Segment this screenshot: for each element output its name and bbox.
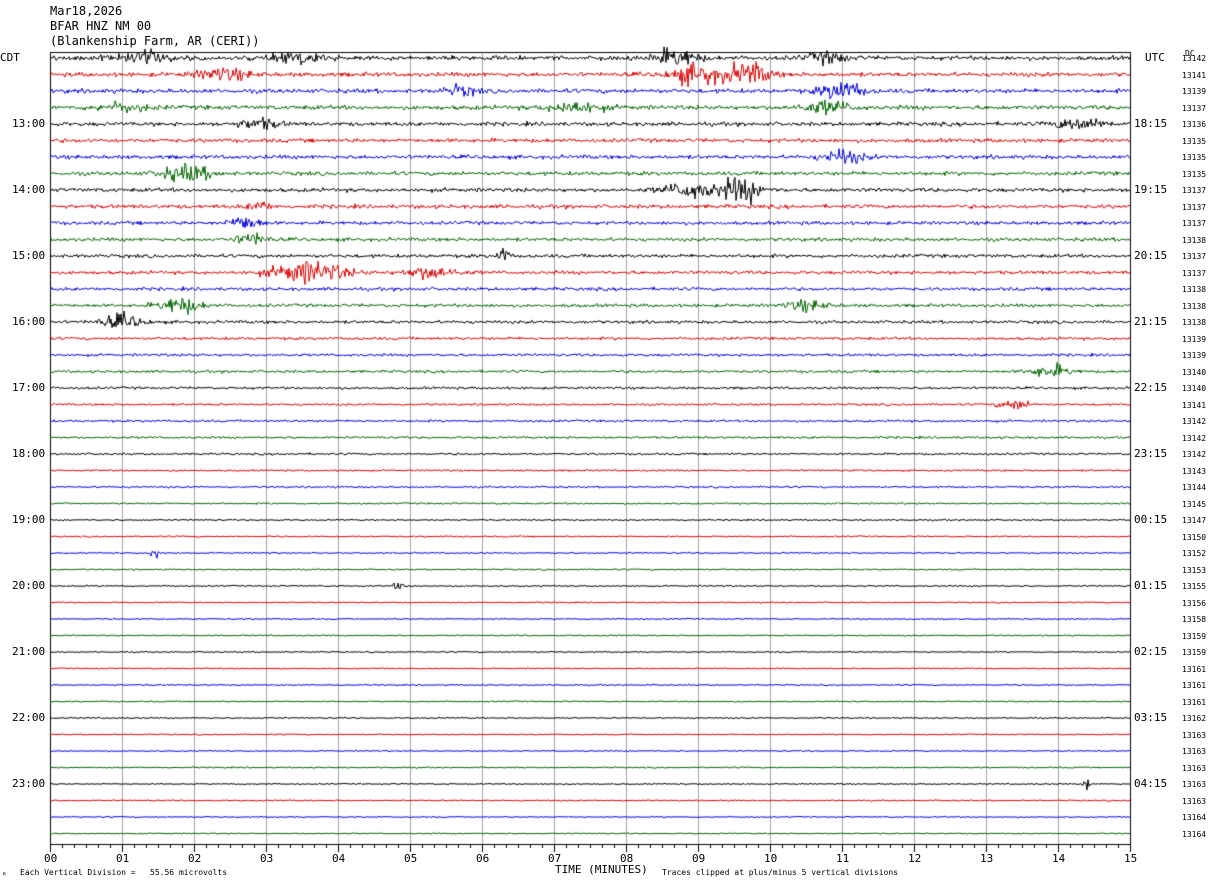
left-hour-label: 13:00	[12, 117, 46, 130]
right-hour-label: 19:15	[1134, 183, 1168, 196]
x-tick-label: 00	[44, 852, 58, 865]
x-tick-label: 11	[836, 852, 850, 865]
dc-offset-label: 13159	[1182, 631, 1207, 641]
dc-offset-label: 13137	[1182, 268, 1207, 278]
x-tick-label: 13	[980, 852, 994, 865]
dc-offset-label: 13135	[1182, 169, 1207, 179]
dc-offset-label: 13156	[1182, 598, 1207, 608]
dc-offset-label: 13163	[1182, 796, 1207, 806]
dc-offset-label: 13153	[1182, 565, 1207, 575]
dc-offset-label: 13141	[1182, 70, 1207, 80]
x-tick-label: 09	[692, 852, 706, 865]
dc-offset-label: 13147	[1182, 516, 1207, 525]
dc-offset-label: 13142	[1182, 450, 1207, 459]
dc-offset-label: 13139	[1182, 87, 1207, 96]
dc-offset-label: 13159	[1182, 648, 1207, 657]
x-tick-label: 15	[1124, 852, 1138, 865]
left-timezone-label: CDT	[0, 51, 20, 64]
x-tick-label: 10	[764, 852, 778, 865]
x-tick-label: 12	[908, 852, 922, 865]
record-date: Mar18,2026	[50, 4, 123, 18]
right-hour-label: 21:15	[1134, 315, 1168, 328]
x-tick-label: 03	[260, 852, 274, 865]
dc-offset-label: 13138	[1182, 285, 1207, 294]
right-hour-label: 01:15	[1134, 579, 1168, 592]
dc-offset-label: 13139	[1182, 334, 1207, 344]
clip-note: Traces clipped at plus/minus 5 vertical …	[662, 868, 899, 877]
dc-offset-label: 13155	[1182, 582, 1207, 591]
dc-offset-label: 13138	[1182, 318, 1207, 327]
dc-offset-label: 13135	[1182, 153, 1207, 162]
dc-offset-label: 13142	[1182, 54, 1207, 63]
dc-offset-label: 13150	[1182, 532, 1207, 542]
x-tick-label: 05	[404, 852, 418, 865]
x-axis-title: TIME (MINUTES)	[555, 863, 648, 876]
left-hour-label: 21:00	[12, 645, 46, 658]
scale-note: Each Vertical Division = 55.56 microvolt…	[20, 868, 228, 877]
dc-offset-label: 13161	[1182, 697, 1207, 707]
dc-offset-label: 13139	[1182, 351, 1207, 360]
left-hour-label: 19:00	[12, 513, 46, 526]
dc-offset-label: 13163	[1182, 730, 1207, 740]
left-hour-label: 17:00	[12, 381, 46, 394]
dc-offset-label: 13164	[1182, 829, 1207, 839]
left-hour-label: 14:00	[12, 183, 46, 196]
dc-offset-label: 13140	[1182, 384, 1207, 393]
right-timezone-label: UTC	[1145, 51, 1165, 64]
right-hour-label: 23:15	[1134, 447, 1168, 460]
dc-offset-label: 13163	[1182, 780, 1207, 789]
station-channel: BFAR HNZ NM 00	[50, 19, 152, 33]
left-hour-label: 18:00	[12, 447, 46, 460]
dc-offset-label: 13161	[1182, 681, 1207, 690]
dc-offset-label: 13138	[1182, 235, 1207, 245]
dc-offset-label: 13138	[1182, 301, 1207, 311]
dc-offset-label: 13137	[1182, 186, 1207, 195]
dc-offset-label: 13163	[1182, 763, 1207, 773]
dc-offset-label: 13144	[1182, 483, 1207, 492]
station-location: (Blankenship Farm, AR (CERI))	[50, 34, 260, 48]
x-tick-label: 01	[116, 852, 130, 865]
dc-offset-label: 13137	[1182, 219, 1207, 228]
right-hour-label: 00:15	[1134, 513, 1168, 526]
dc-offset-label: 13137	[1182, 202, 1207, 212]
x-tick-label: 06	[476, 852, 490, 865]
dc-offset-label: 13140	[1182, 367, 1207, 377]
right-hour-label: 02:15	[1134, 645, 1168, 658]
left-hour-label: 15:00	[12, 249, 46, 262]
right-hour-label: 22:15	[1134, 381, 1168, 394]
dc-offset-label: 13145	[1182, 499, 1207, 509]
dc-offset-label: 13135	[1182, 136, 1207, 146]
dc-offset-label: 13162	[1182, 714, 1207, 723]
x-tick-label: 14	[1052, 852, 1066, 865]
dc-offset-label: 13137	[1182, 252, 1207, 261]
dc-offset-label: 13142	[1182, 417, 1207, 426]
x-tick-label: 02	[188, 852, 202, 865]
right-hour-label: 03:15	[1134, 711, 1168, 724]
x-tick-label: 04	[332, 852, 346, 865]
dc-offset-label: 13152	[1182, 549, 1207, 558]
dc-offset-label: 13161	[1182, 664, 1207, 674]
right-hour-label: 18:15	[1134, 117, 1168, 130]
dc-offset-label: 13137	[1182, 103, 1207, 113]
right-hour-label: 04:15	[1134, 777, 1168, 790]
corner-mark: ᴿ	[2, 871, 7, 880]
right-hour-label: 20:15	[1134, 249, 1168, 262]
dc-offset-label: 13143	[1182, 466, 1207, 476]
left-hour-label: 23:00	[12, 777, 46, 790]
dc-offset-label: 13164	[1182, 813, 1207, 822]
left-hour-label: 20:00	[12, 579, 46, 592]
helicorder-plot	[0, 0, 1210, 886]
dc-offset-label: 13141	[1182, 400, 1207, 410]
dc-offset-label: 13158	[1182, 615, 1207, 624]
left-hour-label: 22:00	[12, 711, 46, 724]
dc-offset-label: 13163	[1182, 747, 1207, 756]
dc-offset-label: 13142	[1182, 433, 1207, 443]
dc-offset-label: 13136	[1182, 120, 1207, 129]
left-hour-label: 16:00	[12, 315, 46, 328]
